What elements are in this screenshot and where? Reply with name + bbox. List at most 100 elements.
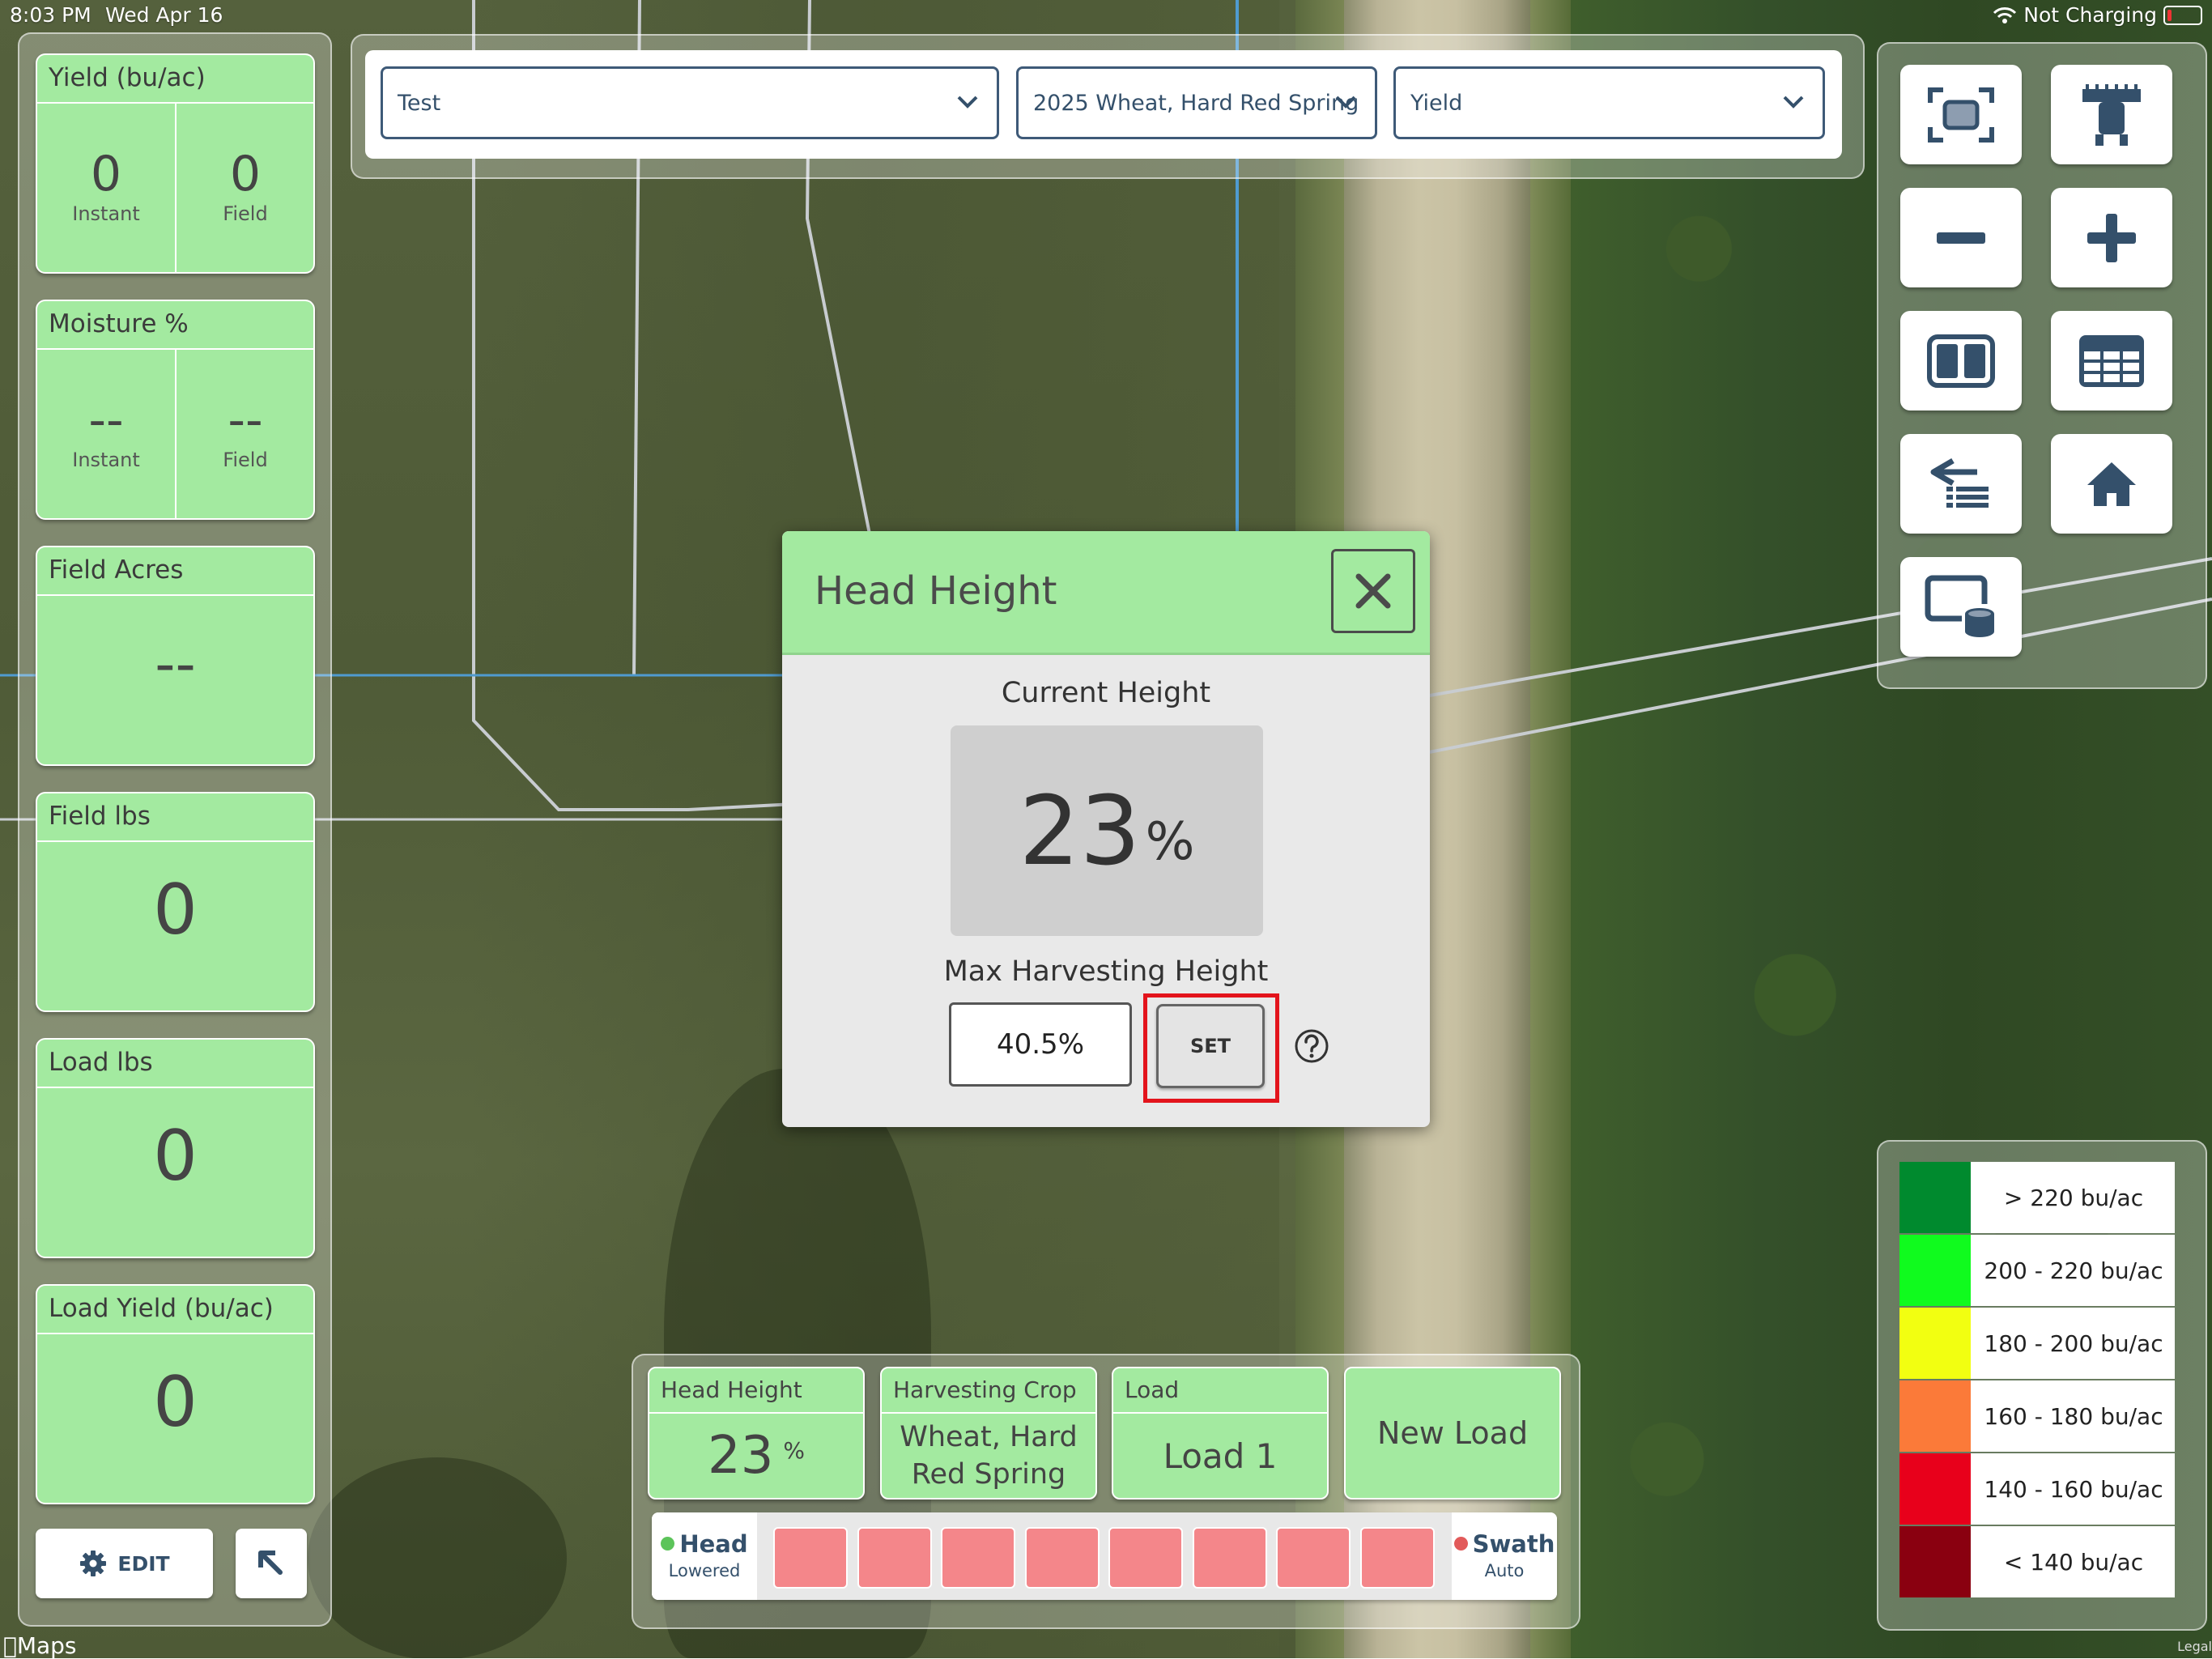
max-height-input[interactable] bbox=[949, 1002, 1132, 1087]
tile-head-height[interactable]: Head Height 23 % bbox=[648, 1367, 865, 1499]
legend-swatch bbox=[1899, 1235, 1972, 1306]
crop-dropdown-value: 2025 Wheat, Hard Red Spring bbox=[1033, 90, 1359, 116]
legend-label: < 140 bu/ac bbox=[2003, 1548, 2144, 1576]
value: 0 bbox=[90, 146, 122, 202]
head-status-state: Lowered bbox=[668, 1561, 741, 1580]
fit-screen-icon bbox=[1928, 87, 1994, 143]
tile-harvesting-crop[interactable]: Harvesting Crop Wheat, Hard Red Spring bbox=[880, 1367, 1097, 1499]
current-height-value: 23 bbox=[1019, 775, 1141, 887]
arrow-up-left-icon bbox=[258, 1551, 283, 1575]
head-status[interactable]: Head Lowered bbox=[652, 1512, 757, 1600]
legend-row: 140 - 160 bu/ac bbox=[1899, 1453, 2175, 1525]
tile-load-yield[interactable]: Load Yield (bu/ac) 0 bbox=[36, 1284, 315, 1504]
boom-section[interactable] bbox=[941, 1527, 1015, 1589]
tile-title: Moisture % bbox=[49, 309, 189, 338]
tile-title: Load Yield (bu/ac) bbox=[49, 1294, 274, 1323]
table-view-icon bbox=[2079, 334, 2144, 387]
head-status-dot bbox=[661, 1537, 675, 1551]
combine-view-button[interactable] bbox=[2051, 65, 2172, 164]
close-button[interactable] bbox=[1331, 549, 1415, 633]
chevron-down-icon bbox=[1783, 96, 1804, 108]
head-height-unit: % bbox=[783, 1436, 806, 1464]
collapse-panel-button[interactable] bbox=[236, 1529, 307, 1598]
yield-instant: 0 Instant bbox=[37, 104, 175, 272]
split-view-icon bbox=[1927, 334, 1995, 388]
boom-section[interactable] bbox=[1108, 1527, 1183, 1589]
tile-load[interactable]: Load Load 1 bbox=[1112, 1367, 1329, 1499]
value: 0 bbox=[153, 870, 198, 951]
head-status-label: Head bbox=[679, 1530, 748, 1558]
legal-link[interactable]: Legal bbox=[2177, 1639, 2212, 1654]
zoom-in-button[interactable] bbox=[2051, 188, 2172, 287]
value: -- bbox=[155, 631, 196, 697]
crop-dropdown[interactable]: 2025 Wheat, Hard Red Spring bbox=[1016, 66, 1377, 139]
swath-status[interactable]: Swath Auto bbox=[1452, 1512, 1557, 1600]
edit-button[interactable]: EDIT bbox=[36, 1529, 213, 1598]
maps-credit[interactable]: Maps bbox=[3, 1632, 77, 1659]
tile-title: Load lbs bbox=[49, 1048, 153, 1077]
tile-field-acres[interactable]: Field Acres -- bbox=[36, 546, 315, 766]
fit-screen-button[interactable] bbox=[1900, 65, 2022, 164]
apple-icon:  bbox=[3, 1632, 17, 1659]
legend-swatch bbox=[1899, 1162, 1972, 1233]
table-view-button[interactable] bbox=[2051, 311, 2172, 410]
home-icon bbox=[2087, 462, 2136, 506]
current-height-display: 23 % bbox=[951, 725, 1263, 936]
battery-icon bbox=[2163, 5, 2202, 25]
tile-moisture[interactable]: Moisture % -- Instant -- Field bbox=[36, 300, 315, 520]
layers-list-button[interactable] bbox=[1900, 434, 2022, 534]
swath-status-label: Swath bbox=[1472, 1530, 1555, 1558]
field-dropdown-value: Test bbox=[398, 90, 441, 116]
value: -- bbox=[88, 392, 124, 449]
head-height-value: 23 bbox=[707, 1426, 774, 1486]
boom-section[interactable] bbox=[1359, 1527, 1435, 1589]
legend-row: 160 - 180 bu/ac bbox=[1899, 1380, 2175, 1452]
load-value: Load 1 bbox=[1163, 1436, 1278, 1476]
head-height-dialog: Head Height Current Height 23 % Max Harv… bbox=[782, 531, 1430, 1127]
label: Field bbox=[223, 202, 268, 225]
boom-section[interactable] bbox=[773, 1527, 848, 1589]
current-height-unit: % bbox=[1145, 812, 1195, 872]
tile-title: Field Acres bbox=[49, 555, 184, 585]
yield-field: 0 Field bbox=[177, 104, 313, 272]
boom-section[interactable] bbox=[857, 1527, 932, 1589]
split-view-button[interactable] bbox=[1900, 311, 2022, 410]
label: Instant bbox=[72, 449, 140, 471]
layer-dropdown[interactable]: Yield bbox=[1393, 66, 1825, 139]
help-icon[interactable] bbox=[1294, 1028, 1329, 1064]
crop-value: Wheat, Hard Red Spring bbox=[882, 1414, 1095, 1498]
head-status-label-wrap: Head bbox=[652, 1530, 757, 1558]
tile-field-lbs[interactable]: Field lbs 0 bbox=[36, 792, 315, 1012]
boom-section[interactable] bbox=[1024, 1527, 1100, 1589]
zoom-out-button[interactable] bbox=[1900, 188, 2022, 287]
screen-storage-icon bbox=[1925, 575, 1994, 637]
field-dropdown[interactable]: Test bbox=[381, 66, 999, 139]
status-date: Wed Apr 16 bbox=[105, 3, 223, 27]
legend-swatch bbox=[1899, 1308, 1972, 1379]
legend-label: > 220 bu/ac bbox=[2003, 1184, 2144, 1211]
tile-load-lbs[interactable]: Load lbs 0 bbox=[36, 1038, 315, 1258]
dialog-title: Head Height bbox=[815, 568, 1057, 614]
legend-row: < 140 bu/ac bbox=[1899, 1526, 2175, 1597]
screen-storage-button[interactable] bbox=[1900, 557, 2022, 657]
new-load-button[interactable]: New Load bbox=[1344, 1367, 1561, 1499]
boom-section[interactable] bbox=[1192, 1527, 1267, 1589]
boom-section[interactable] bbox=[1276, 1527, 1351, 1589]
gear-icon bbox=[80, 1551, 107, 1576]
head-height-value-wrap: 23 % bbox=[649, 1414, 863, 1498]
legend-row: > 220 bu/ac bbox=[1899, 1162, 2175, 1233]
max-height-label: Max Harvesting Height bbox=[943, 955, 1269, 988]
tile-yield[interactable]: Yield (bu/ac) 0 Instant 0 Field bbox=[36, 53, 315, 274]
home-button[interactable] bbox=[2051, 434, 2172, 534]
section-control-bar: Head Lowered Swath Auto bbox=[652, 1512, 1557, 1600]
chevron-down-icon bbox=[1335, 96, 1356, 108]
crop-line-1: Wheat, Hard bbox=[900, 1421, 1078, 1453]
chevron-down-icon bbox=[957, 96, 978, 108]
tile-title: Yield (bu/ac) bbox=[49, 63, 206, 92]
layer-dropdown-value: Yield bbox=[1410, 90, 1463, 116]
combine-icon bbox=[2082, 83, 2141, 146]
dialog-header: Head Height bbox=[782, 531, 1430, 655]
legend-label: 180 - 200 bu/ac bbox=[1984, 1329, 2163, 1357]
moisture-field: -- Field bbox=[177, 350, 313, 518]
value: 0 bbox=[153, 1116, 198, 1197]
